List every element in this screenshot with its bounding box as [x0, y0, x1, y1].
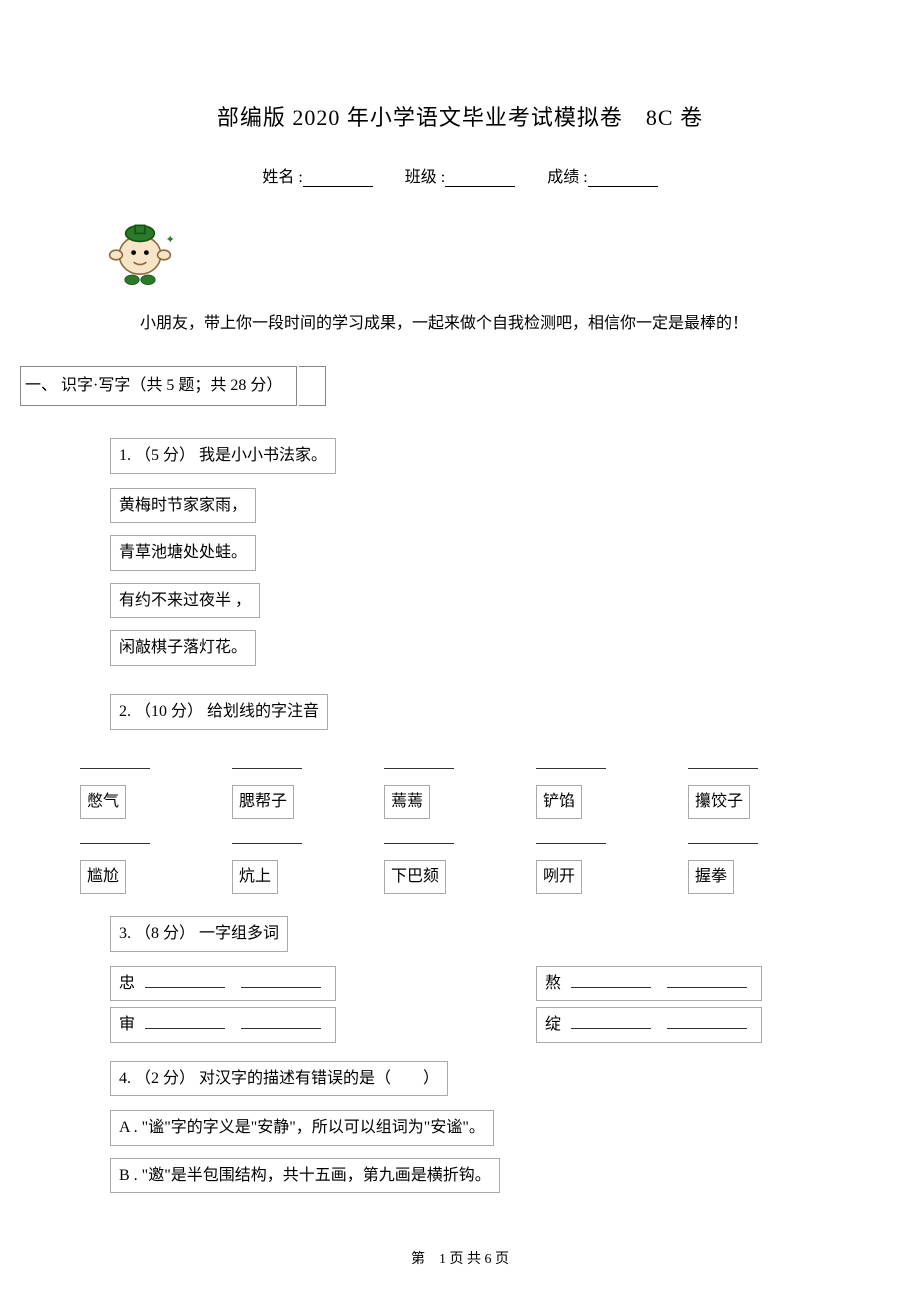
q3-char: 绽	[545, 1016, 561, 1033]
q3-char: 忠	[119, 975, 135, 992]
q4-label: 4. （2 分） 对汉字的描述有错误的是（ ）	[110, 1061, 448, 1097]
q2-word: 蔫蔫	[384, 785, 430, 819]
pinyin-blank[interactable]	[80, 755, 150, 769]
pinyin-blank[interactable]	[384, 755, 454, 769]
class-blank[interactable]	[445, 171, 515, 187]
q1-line-1: 黄梅时节家家雨，	[110, 488, 256, 524]
score-label: 成绩 :	[547, 169, 587, 186]
q3-pair-left: 审	[110, 1007, 336, 1043]
pinyin-blank[interactable]	[688, 755, 758, 769]
q1-line-3: 有约不来过夜半 ，	[110, 583, 260, 619]
word-blank[interactable]	[667, 1015, 747, 1029]
pinyin-blank[interactable]	[536, 830, 606, 844]
q3-pair-left: 忠	[110, 966, 336, 1002]
q2-word: 攥饺子	[688, 785, 750, 819]
q3-char: 审	[119, 1016, 135, 1033]
class-label: 班级 :	[405, 169, 445, 186]
word-blank[interactable]	[571, 1015, 651, 1029]
word-blank[interactable]	[571, 974, 651, 988]
word-blank[interactable]	[667, 974, 747, 988]
pinyin-blank[interactable]	[688, 830, 758, 844]
q2-word: 炕上	[232, 860, 278, 894]
q2-word: 咧开	[536, 860, 582, 894]
q1-line-2: 青草池塘处处蛙。	[110, 535, 256, 571]
q2-word: 尴尬	[80, 860, 126, 894]
mascot-icon: ✦	[100, 211, 180, 291]
section-1-heading: 一、 识字·写字（共 5 题；共 28 分）	[20, 366, 297, 406]
pinyin-blank[interactable]	[232, 755, 302, 769]
q3-char: 熬	[545, 975, 561, 992]
q4-option-b[interactable]: B . "邀"是半包围结构，共十五画，第九画是横折钩。	[110, 1158, 500, 1194]
page-title: 部编版 2020 年小学语文毕业考试模拟卷 8C 卷	[80, 100, 840, 135]
q3-pair-right: 绽	[536, 1007, 762, 1043]
pinyin-blank[interactable]	[80, 830, 150, 844]
q2-label: 2. （10 分） 给划线的字注音	[110, 694, 328, 730]
pinyin-blank[interactable]	[232, 830, 302, 844]
word-blank[interactable]	[241, 974, 321, 988]
pinyin-table: 憋气 腮帮子 蔫蔫 铲馅 攥饺子 尴尬 炕上 下巴颏 咧开 握拳	[80, 748, 840, 898]
word-blank[interactable]	[145, 974, 225, 988]
q1-line-4: 闲敲棋子落灯花。	[110, 630, 256, 666]
q3-pair-right: 熬	[536, 966, 762, 1002]
q2-word: 下巴颏	[384, 860, 446, 894]
q4-option-a[interactable]: A . "谧"字的字义是"安静"，所以可以组词为"安谧"。	[110, 1110, 494, 1146]
q2-word: 铲馅	[536, 785, 582, 819]
svg-text:✦: ✦	[166, 234, 175, 246]
info-line: 姓名 : 班级 : 成绩 :	[80, 165, 840, 191]
name-label: 姓名 :	[262, 169, 302, 186]
word-blank[interactable]	[241, 1015, 321, 1029]
score-blank[interactable]	[588, 171, 658, 187]
word-blank[interactable]	[145, 1015, 225, 1029]
page-footer: 第 1 页 共 6 页	[80, 1249, 840, 1271]
q2-word: 握拳	[688, 860, 734, 894]
encouragement-text: 小朋友，带上你一段时间的学习成果，一起来做个自我检测吧，相信你一定是最棒的！	[80, 311, 840, 337]
name-blank[interactable]	[303, 171, 373, 187]
q2-word: 憋气	[80, 785, 126, 819]
q1-label: 1. （5 分） 我是小小书法家。	[110, 438, 336, 474]
pinyin-blank[interactable]	[536, 755, 606, 769]
pinyin-blank[interactable]	[384, 830, 454, 844]
q3-label: 3. （8 分） 一字组多词	[110, 916, 288, 952]
q2-word: 腮帮子	[232, 785, 294, 819]
